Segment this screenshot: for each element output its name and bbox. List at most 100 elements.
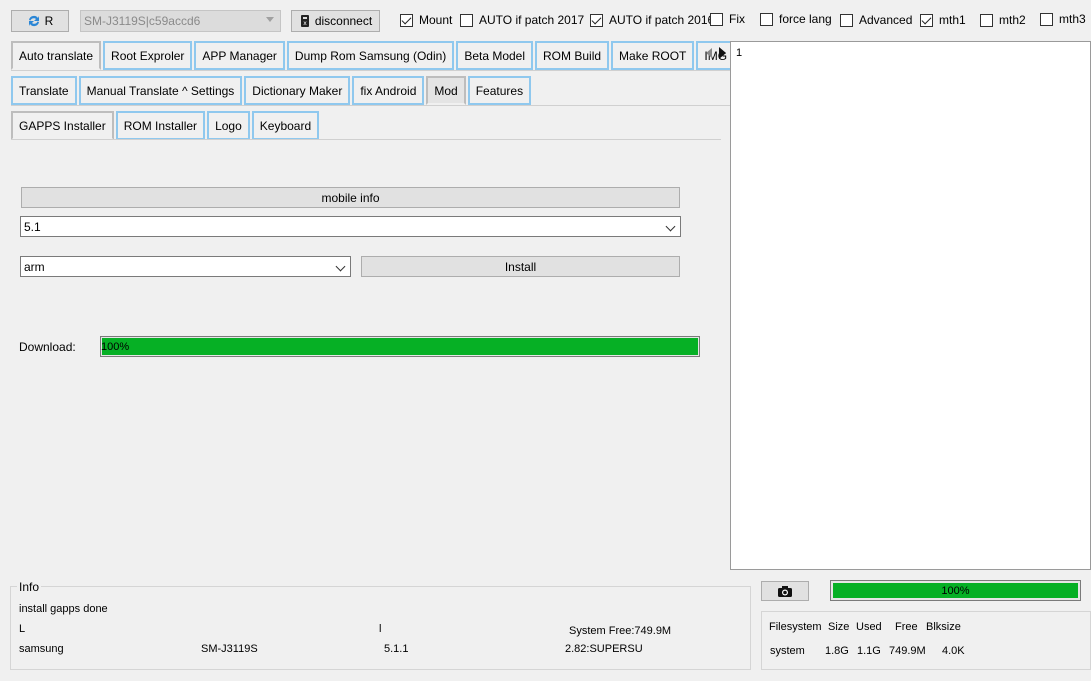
tab-gapps-installer[interactable]: GAPPS Installer [11,111,114,140]
tab-label: fix Android [360,83,417,98]
tab-label: Auto translate [19,48,94,63]
mobile-info-button[interactable]: mobile info [21,187,680,208]
tab-features[interactable]: Features [467,76,532,105]
checkbox-box[interactable] [760,12,773,26]
checkbox-box[interactable] [840,13,853,27]
tab-label: Make ROOT [619,48,687,63]
info-r2-c1: samsung [19,643,64,655]
tab-rom-installer[interactable]: ROM Installer [115,111,206,140]
camera-icon [777,585,793,598]
divider [11,139,721,140]
checkbox-box[interactable] [920,13,933,27]
mth2-checkbox[interactable]: mth2 [980,13,1026,27]
tab-label: Mod [434,83,458,98]
checkbox-label: mth1 [939,13,966,27]
info-r2-c3: 5.1.1 [384,643,409,655]
install-button[interactable]: Install [361,256,680,277]
refresh-icon [27,14,41,28]
arch-value: arm [24,259,45,274]
chevron-down-icon [335,261,346,272]
tab-mod[interactable]: Mod [426,76,466,105]
refresh-button[interactable]: R [11,10,69,32]
divider [11,105,730,106]
tab-label: Beta Model [464,48,526,63]
device-select[interactable]: SM-J3119S|c59accd6 [80,10,281,32]
tab-scroll-right-icon[interactable] [719,47,726,59]
button-label: mobile info [321,190,380,205]
divider [11,70,730,71]
download-progress: 100% [100,336,700,357]
tab-root-exproler[interactable]: Root Exproler [103,41,193,70]
fs-header-used: Used [856,621,882,633]
mth1-checkbox[interactable]: mth1 [920,13,966,27]
progress-fill [102,338,698,355]
tab-label: APP Manager [202,48,277,63]
checkbox-box[interactable] [590,13,603,27]
fs-header-blksize: Blksize [926,621,961,633]
tab-app-manager[interactable]: APP Manager [194,41,285,70]
tab-manual-translate[interactable]: Manual Translate ^ Settings [78,76,243,105]
version-select[interactable]: 5.1 [20,216,681,237]
disconnect-button[interactable]: x disconnect [291,10,380,32]
checkbox-label: Advanced [859,13,913,27]
info-r1-c1: L [19,623,26,635]
sub-tab-bar: Translate Manual Translate ^ Settings Di… [11,76,533,106]
force-lang-checkbox[interactable]: force lang [760,12,832,26]
mount-checkbox[interactable]: Mount [400,13,452,27]
tab-make-root[interactable]: Make ROOT [611,41,695,70]
checkbox-box[interactable] [980,13,993,27]
checkbox-box[interactable] [710,12,723,26]
tab-keyboard[interactable]: Keyboard [251,111,320,140]
checkbox-label: Fix [729,12,745,26]
auto-patch-2016-checkbox[interactable]: AUTO if patch 2016 [590,13,714,27]
tab-dump-rom[interactable]: Dump Rom Samsung (Odin) [286,41,455,70]
checkbox-box[interactable] [400,13,413,27]
tab-fix-android[interactable]: fix Android [352,76,425,105]
auto-patch-2017-checkbox[interactable]: AUTO if patch 2017 [460,13,584,27]
tab-label: Manual Translate ^ Settings [86,83,235,98]
tab-scroll-left-icon[interactable] [706,48,712,58]
fs-cell-blksize: 4.0K [942,645,965,657]
tab-logo[interactable]: Logo [207,111,250,140]
tab-label: Dump Rom Samsung (Odin) [294,48,447,63]
checkbox-label: AUTO if patch 2016 [609,13,715,27]
fix-checkbox[interactable]: Fix [710,12,745,26]
checkbox-box[interactable] [1040,12,1053,26]
arch-select[interactable]: arm [20,256,351,277]
device-select-value: SM-J3119S|c59accd6 [84,14,201,28]
checkbox-label: Mount [419,13,453,27]
checkbox-label: mth3 [1059,12,1086,26]
fs-header-filesystem: Filesystem [769,621,822,633]
info-title: Info [17,580,42,594]
fs-header-size: Size [828,621,850,633]
tab-dictionary-maker[interactable]: Dictionary Maker [244,76,351,105]
tab-auto-translate[interactable]: Auto translate [11,41,102,70]
screenshot-button[interactable] [761,581,809,601]
log-text: 1 [736,47,743,59]
fs-cell-filesystem: system [770,645,805,657]
advanced-checkbox[interactable]: Advanced [840,13,912,27]
tab-label: Root Exproler [111,48,185,63]
filesystem-panel [761,611,1091,670]
usb-icon: x [299,14,311,28]
tab-beta-model[interactable]: Beta Model [456,41,534,70]
fs-cell-free: 749.9M [889,645,926,657]
fs-cell-size: 1.8G [825,645,849,657]
bottom-progress: 100% [830,580,1081,601]
tab-label: Keyboard [259,118,312,133]
tab-translate[interactable]: Translate [11,76,77,105]
tab-label: ROM Installer [123,118,198,133]
log-output[interactable]: 1 [730,41,1091,570]
main-tab-bar: Auto translate Root Exproler APP Manager… [11,41,730,71]
info-r2-c4: 2.82:SUPERSU [565,643,643,655]
version-value: 5.1 [24,219,41,234]
mth3-checkbox[interactable]: mth3 [1040,12,1086,26]
checkbox-box[interactable] [460,13,473,27]
info-r1-c3: System Free:749.9M [569,625,672,637]
refresh-label: R [44,14,54,28]
tab-label: Dictionary Maker [252,83,343,98]
info-status: install gapps done [19,603,108,615]
tab-rom-build[interactable]: ROM Build [535,41,610,70]
fs-header-free: Free [895,621,918,633]
info-r2-c2: SM-J3119S [201,643,258,655]
